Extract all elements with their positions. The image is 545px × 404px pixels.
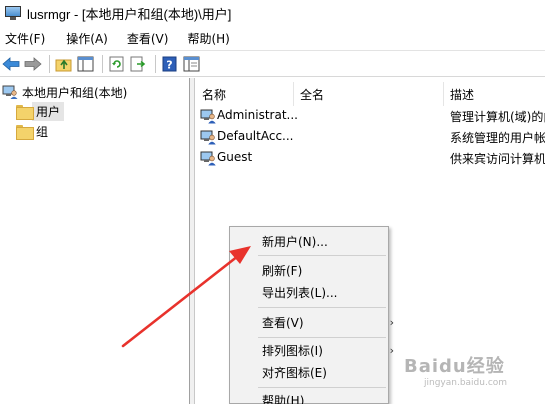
toolbar-separator bbox=[155, 54, 156, 73]
menu-help[interactable]: 帮助(H) bbox=[182, 30, 237, 47]
menu-separator bbox=[258, 307, 386, 308]
toolbar: ? bbox=[0, 50, 545, 77]
tree-pane: 本地用户和组(本地) 用户 组 bbox=[0, 78, 190, 404]
column-header-fullname[interactable]: 全名 bbox=[294, 82, 444, 106]
column-description-label: 描述 bbox=[450, 87, 475, 102]
view-label: 查看(V) bbox=[262, 315, 304, 330]
menu-action[interactable]: 操作(A) bbox=[61, 30, 116, 47]
column-header-description[interactable]: 描述 bbox=[444, 82, 545, 106]
refresh-icon[interactable] bbox=[107, 54, 127, 74]
arrange-icons-label: 排列图标(I) bbox=[262, 343, 323, 358]
back-icon[interactable] bbox=[1, 54, 21, 74]
table-row[interactable]: Guest 供来宾访问计算机 bbox=[196, 148, 545, 168]
user-icon bbox=[200, 151, 216, 166]
column-header-name[interactable]: 名称 bbox=[196, 82, 294, 106]
menu-view[interactable]: 查看(V) bbox=[122, 30, 177, 47]
menu-bar: 文件(F) 操作(A) 查看(V) 帮助(H) bbox=[0, 27, 545, 49]
context-menu: 新用户(N)... 刷新(F) 导出列表(L)... 查看(V) › 排列图标(… bbox=[229, 226, 394, 404]
menu-separator bbox=[258, 255, 386, 256]
column-fullname-label: 全名 bbox=[300, 87, 325, 102]
row-name: Guest bbox=[217, 150, 253, 164]
table-row[interactable]: Administrat... 管理计算机(域)的内 bbox=[196, 106, 545, 126]
toolbar-separator bbox=[49, 54, 50, 73]
menu-item-refresh[interactable]: 刷新(F) bbox=[262, 260, 302, 280]
tree-item-local-users-groups[interactable]: 本地用户和组(本地) bbox=[2, 82, 127, 102]
user-icon bbox=[200, 109, 216, 124]
svg-text:?: ? bbox=[166, 58, 172, 71]
table-row[interactable]: DefaultAcc... 系统管理的用户帐 bbox=[196, 127, 545, 147]
row-description: 系统管理的用户帐 bbox=[450, 131, 545, 145]
menu-file[interactable]: 文件(F) bbox=[0, 30, 53, 47]
users-group-icon bbox=[2, 85, 18, 99]
folder-icon bbox=[16, 104, 34, 120]
menu-separator bbox=[258, 387, 386, 388]
menu-item-arrange-icons[interactable]: 排列图标(I) › bbox=[262, 340, 394, 360]
pane-splitter[interactable] bbox=[190, 78, 195, 404]
watermark-logo: Baidu经验 bbox=[404, 356, 505, 377]
show-hide-tree-icon[interactable] bbox=[76, 54, 96, 74]
watermark-url: jingyan.baidu.com bbox=[424, 378, 508, 388]
menu-item-line-up-icons[interactable]: 对齐图标(E) bbox=[262, 362, 327, 382]
folder-icon bbox=[16, 124, 34, 140]
user-icon bbox=[200, 130, 216, 145]
tree-item-groups[interactable]: 组 bbox=[16, 121, 52, 141]
help-label: 帮助(H) bbox=[262, 393, 305, 404]
submenu-arrow-icon: › bbox=[389, 343, 394, 357]
refresh-label: 刷新(F) bbox=[262, 263, 303, 278]
forward-icon[interactable] bbox=[23, 54, 43, 74]
computer-management-icon bbox=[5, 6, 21, 20]
column-name-label: 名称 bbox=[202, 87, 227, 102]
row-name: DefaultAcc... bbox=[217, 129, 294, 143]
menu-item-help[interactable]: 帮助(H) bbox=[262, 390, 304, 404]
help-icon[interactable]: ? bbox=[160, 54, 180, 74]
submenu-arrow-icon: › bbox=[389, 315, 394, 329]
title-bar: lusrmgr - [本地用户和组(本地)\用户] bbox=[0, 0, 545, 26]
tree-root-label: 本地用户和组(本地) bbox=[22, 85, 128, 100]
toolbar-separator bbox=[102, 54, 103, 73]
tree-users-label: 用户 bbox=[32, 101, 65, 121]
window-title: lusrmgr - [本地用户和组(本地)\用户] bbox=[27, 6, 232, 22]
up-folder-icon[interactable] bbox=[54, 54, 74, 74]
list-header: 名称 全名 描述 bbox=[196, 82, 545, 106]
tree-item-users[interactable]: 用户 bbox=[16, 101, 65, 121]
tree-groups-label: 组 bbox=[36, 124, 49, 139]
menu-item-export-list[interactable]: 导出列表(L)... bbox=[262, 282, 338, 302]
export-list-label: 导出列表(L)... bbox=[262, 285, 338, 300]
export-list-icon[interactable] bbox=[129, 54, 149, 74]
row-description: 供来宾访问计算机 bbox=[450, 152, 545, 166]
menu-separator bbox=[258, 337, 386, 338]
menu-item-new-user[interactable]: 新用户(N)... bbox=[262, 231, 328, 251]
properties-icon[interactable] bbox=[182, 54, 202, 74]
new-user-label: 新用户(N)... bbox=[262, 234, 328, 249]
line-up-icons-label: 对齐图标(E) bbox=[262, 365, 327, 380]
row-name: Administrat... bbox=[217, 108, 298, 122]
row-description: 管理计算机(域)的内 bbox=[450, 110, 545, 124]
menu-item-view[interactable]: 查看(V) › bbox=[262, 312, 394, 332]
